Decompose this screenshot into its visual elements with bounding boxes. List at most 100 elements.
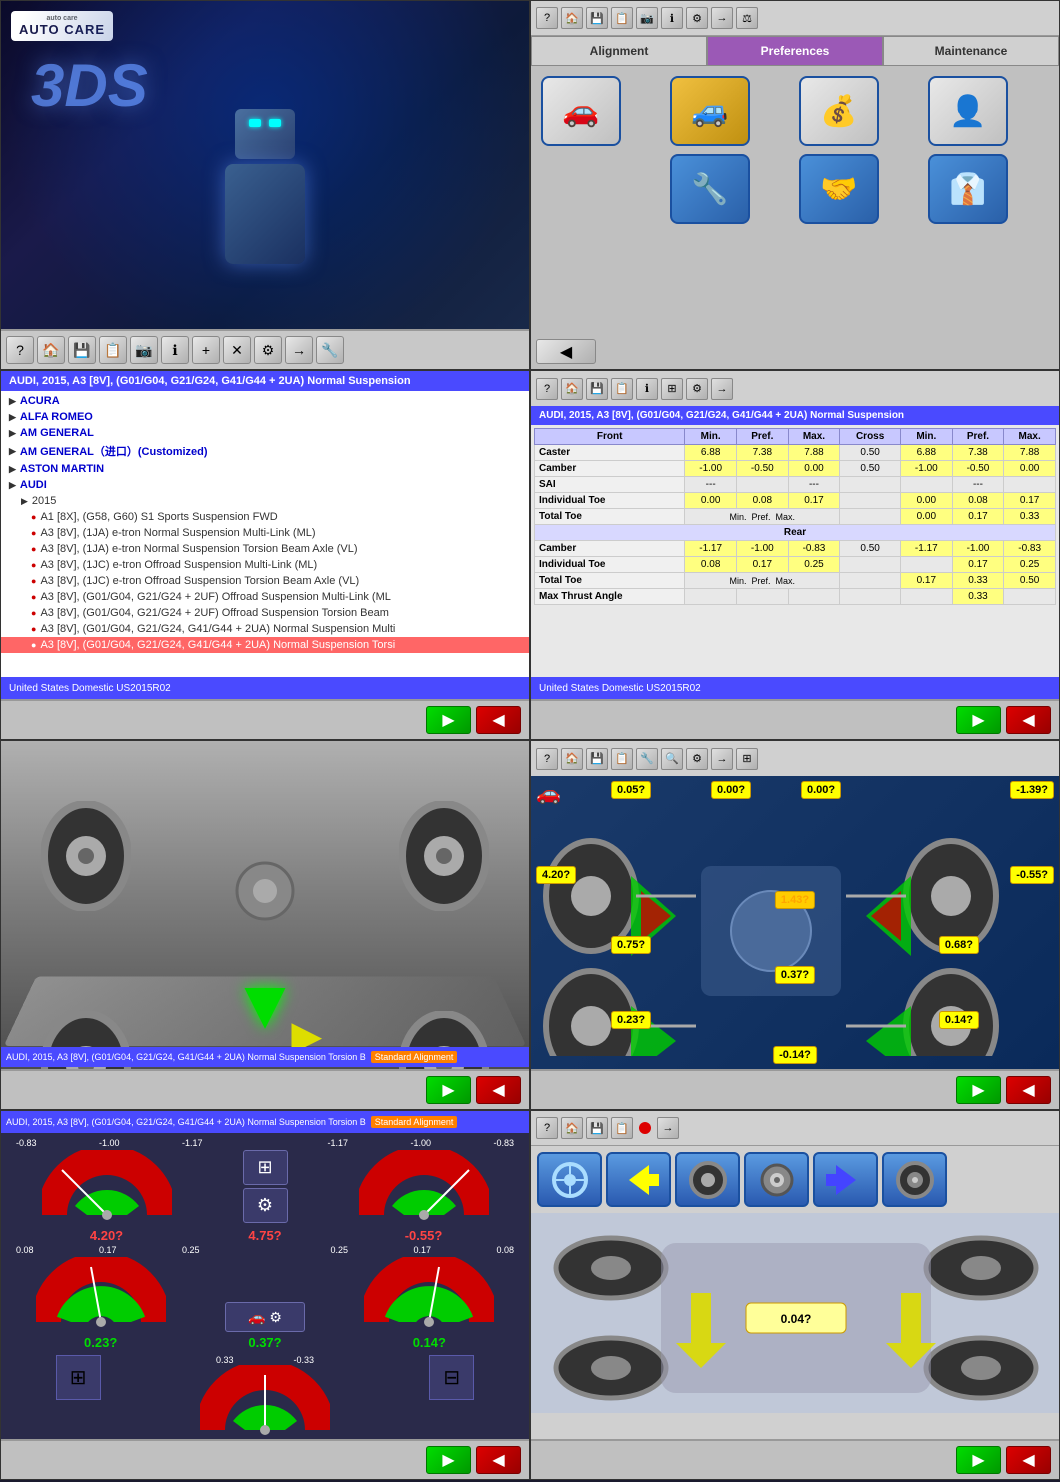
pref-arrow-btn[interactable]: →: [711, 7, 733, 29]
pref-home-btn[interactable]: 🏠: [561, 7, 583, 29]
panel7-nav-next[interactable]: ▶: [426, 1446, 471, 1474]
pref-icon-car-orange[interactable]: 🚙: [670, 76, 750, 146]
list-item-aston[interactable]: ▶ ASTON MARTIN: [1, 461, 529, 477]
p8-save[interactable]: 💾: [586, 1117, 608, 1139]
list-item-alfa[interactable]: ▶ ALFA ROMEO: [1, 409, 529, 425]
toolbar-help[interactable]: ?: [6, 336, 34, 364]
toolbar-print[interactable]: 📋: [99, 336, 127, 364]
specs-home[interactable]: 🏠: [561, 378, 583, 400]
list-item-a3-normal-multi[interactable]: ● A3 [8V], (G01/G04, G21/G24, G41/G44 + …: [1, 621, 529, 637]
wheel-icon-tire[interactable]: [675, 1152, 740, 1207]
center-icon2[interactable]: ⚙: [243, 1188, 288, 1223]
specs-save[interactable]: 💾: [586, 378, 608, 400]
wheel-icon-arrow-left[interactable]: [606, 1152, 671, 1207]
panel7-nav-back[interactable]: ◀: [476, 1446, 521, 1474]
pref-camera-btn[interactable]: 📷: [636, 7, 658, 29]
toolbar-save[interactable]: 💾: [68, 336, 96, 364]
p6-print[interactable]: 📋: [611, 748, 633, 770]
pref-icon-money[interactable]: 💰: [799, 76, 879, 146]
panel6-nav-back[interactable]: ◀: [1006, 1076, 1051, 1104]
pref-icon-wrench[interactable]: 🔧: [670, 154, 750, 224]
toolbar-next[interactable]: →: [285, 336, 313, 364]
tab-maintenance[interactable]: Maintenance: [883, 36, 1059, 66]
specs-print[interactable]: 📋: [611, 378, 633, 400]
p8-print[interactable]: 📋: [611, 1117, 633, 1139]
bottom-icon-left[interactable]: ⊞: [56, 1355, 101, 1400]
panel6-nav-next[interactable]: ▶: [956, 1076, 1001, 1104]
list-item-am-general[interactable]: ▶ AM GENERAL: [1, 425, 529, 441]
bottom-icon-right[interactable]: ⊟: [429, 1355, 474, 1400]
p6-zoom[interactable]: 🔍: [661, 748, 683, 770]
wheel-icon-car-side[interactable]: [882, 1152, 947, 1207]
specs-grid[interactable]: ⊞: [661, 378, 683, 400]
pref-help-btn[interactable]: ?: [536, 7, 558, 29]
list-item-a1[interactable]: ● A1 [8X], (G58, G60) S1 Sports Suspensi…: [1, 509, 529, 525]
nav-back-red[interactable]: ◀: [476, 706, 521, 734]
spec-ind-toe-min2: 0.00: [900, 493, 952, 509]
panel5-nav-next[interactable]: ▶: [426, 1076, 471, 1104]
toolbar-camera[interactable]: 📷: [130, 336, 158, 364]
pref-settings-btn[interactable]: ⚙: [686, 7, 708, 29]
tab-alignment[interactable]: Alignment: [531, 36, 707, 66]
p6-camera[interactable]: 🔧: [636, 748, 658, 770]
list-item-2015[interactable]: ▶ 2015: [1, 493, 529, 509]
toolbar-info[interactable]: ℹ: [161, 336, 189, 364]
table-row: Total Toe Min. Pref. Max. 0.17 0.33 0.50: [535, 573, 1056, 589]
specs-settings[interactable]: ⚙: [686, 378, 708, 400]
panel8-nav-next[interactable]: ▶: [956, 1446, 1001, 1474]
pref-info-btn[interactable]: ℹ: [661, 7, 683, 29]
pref-icon-car-red[interactable]: 🚗: [541, 76, 621, 146]
panel8-nav-back[interactable]: ◀: [1006, 1446, 1051, 1474]
vehicle-list[interactable]: ▶ ACURA ▶ ALFA ROMEO ▶ AM GENERAL ▶ AM G…: [1, 391, 529, 679]
list-item-a3-offroad-ml[interactable]: ● A3 [8V], (1JC) e-tron Offroad Suspensi…: [1, 557, 529, 573]
p8-arrow[interactable]: →: [657, 1117, 679, 1139]
p6-grid[interactable]: ⊞: [736, 748, 758, 770]
specs-info[interactable]: ℹ: [636, 378, 658, 400]
toolbar-settings[interactable]: ⚙: [254, 336, 282, 364]
toolbar-close[interactable]: ✕: [223, 336, 251, 364]
spec-rear-total-toe-label: Total Toe: [535, 573, 685, 589]
list-item-a3-etron-vl[interactable]: ● A3 [8V], (1JA) e-tron Normal Suspensio…: [1, 541, 529, 557]
pref-save-btn[interactable]: 💾: [586, 7, 608, 29]
center-icons-row2[interactable]: 🚗 ⚙: [225, 1302, 305, 1332]
p6-save[interactable]: 💾: [586, 748, 608, 770]
wheel-icon-hub[interactable]: [744, 1152, 809, 1207]
pref-print-btn[interactable]: 📋: [611, 7, 633, 29]
spec-caster-max: 7.88: [788, 445, 840, 461]
specs-help[interactable]: ?: [536, 378, 558, 400]
pref-back-btn[interactable]: ◀: [536, 339, 596, 364]
wheel-icon-arrow-right[interactable]: [813, 1152, 878, 1207]
list-item-a3-offroad-vl[interactable]: ● A3 [8V], (1JC) e-tron Offroad Suspensi…: [1, 573, 529, 589]
panel5-nav-back[interactable]: ◀: [476, 1076, 521, 1104]
tab-preferences[interactable]: Preferences: [707, 36, 883, 66]
panel4-nav-back[interactable]: ◀: [1006, 706, 1051, 734]
panel4-nav-next[interactable]: ▶: [956, 706, 1001, 734]
list-item-a3-etron-ml[interactable]: ● A3 [8V], (1JA) e-tron Normal Suspensio…: [1, 525, 529, 541]
list-item-a3-g01-ml[interactable]: ● A3 [8V], (G01/G04, G21/G24 + 2UF) Offr…: [1, 589, 529, 605]
pref-scale-btn[interactable]: ⚖: [736, 7, 758, 29]
list-item-acura[interactable]: ▶ ACURA: [1, 393, 529, 409]
list-item-am-general-custom[interactable]: ▶ AM GENERAL（进口）(Customized): [1, 441, 529, 461]
p6-settings[interactable]: ⚙: [686, 748, 708, 770]
gauge-val-center-bot: 0.37?: [225, 1335, 305, 1350]
pref-icon-hand[interactable]: 🤝: [799, 154, 879, 224]
p8-help[interactable]: ?: [536, 1117, 558, 1139]
arrow-icon: ▶: [9, 412, 16, 423]
p6-home[interactable]: 🏠: [561, 748, 583, 770]
wheel-icon-steering[interactable]: [537, 1152, 602, 1207]
center-icon1[interactable]: ⊞: [243, 1150, 288, 1185]
specs-arrow[interactable]: →: [711, 378, 733, 400]
pref-icon-person[interactable]: 👤: [928, 76, 1008, 146]
arrow-icon: ▶: [9, 464, 16, 475]
p8-home[interactable]: 🏠: [561, 1117, 583, 1139]
pref-icon-person2[interactable]: 👔: [928, 154, 1008, 224]
toolbar-wrench[interactable]: 🔧: [316, 336, 344, 364]
list-item-audi[interactable]: ▶ AUDI: [1, 477, 529, 493]
list-item-a3-g01-torsion[interactable]: ● A3 [8V], (G01/G04, G21/G24 + 2UF) Offr…: [1, 605, 529, 621]
p6-help[interactable]: ?: [536, 748, 558, 770]
nav-next-green[interactable]: ▶: [426, 706, 471, 734]
toolbar-add[interactable]: +: [192, 336, 220, 364]
list-item-a3-selected[interactable]: ● A3 [8V], (G01/G04, G21/G24, G41/G44 + …: [1, 637, 529, 653]
p6-arrow[interactable]: →: [711, 748, 733, 770]
toolbar-home[interactable]: 🏠: [37, 336, 65, 364]
